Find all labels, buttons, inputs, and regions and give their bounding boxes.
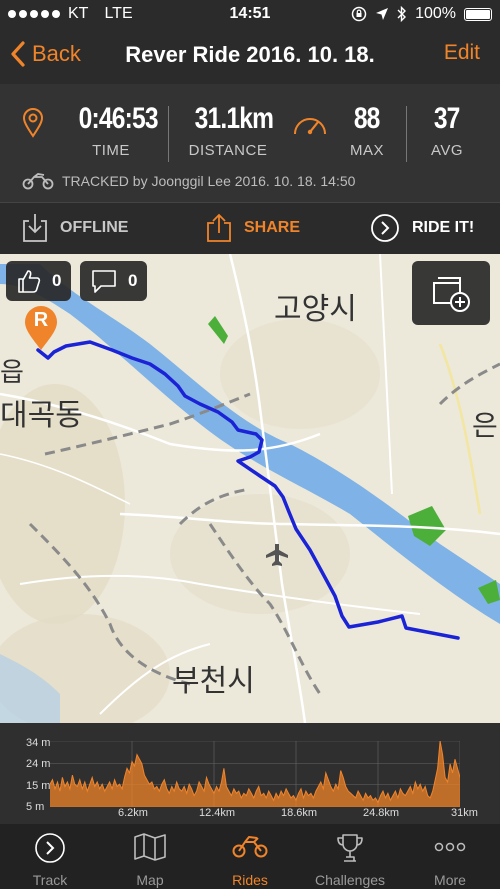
- trophy-icon: [337, 834, 363, 862]
- add-map-layer-button[interactable]: [412, 261, 490, 325]
- share-icon: [207, 213, 231, 242]
- rotation-lock-icon: [351, 6, 367, 22]
- tab-track[interactable]: Track: [0, 824, 100, 889]
- comment-count: 0: [128, 271, 138, 290]
- x-tick-label: 18.6km: [281, 807, 318, 819]
- ride-it-button[interactable]: RIDE IT!: [370, 213, 474, 243]
- tab-label: Track: [32, 872, 68, 888]
- like-count: 0: [52, 271, 62, 290]
- status-bar: KT LTE 14:51 100%: [0, 0, 500, 28]
- stat-time: 0:46:53 TIME: [70, 102, 159, 159]
- x-tick-label: 6.2km: [118, 807, 148, 819]
- stat-distance: 31.1km DISTANCE: [186, 102, 274, 159]
- y-tick-label: 24 m: [26, 758, 51, 770]
- tab-challenges[interactable]: Challenges: [300, 824, 400, 889]
- more-dots-icon: [434, 842, 466, 852]
- avg-label: AVG: [430, 142, 464, 159]
- distance-value: 31.1km: [194, 102, 274, 135]
- tab-more[interactable]: More: [400, 824, 500, 889]
- y-tick-label: 34 m: [26, 737, 51, 749]
- share-label: SHARE: [244, 219, 301, 236]
- distance-label: DISTANCE: [188, 142, 268, 159]
- ride-stats-panel: 0:46:53 TIME 31.1km DISTANCE 88 MAX 37 A…: [0, 84, 500, 202]
- elevation-profile: 34 m 24 m 15 m 5 m 6.2km 12.4km 18.6km 2…: [0, 723, 500, 824]
- tab-label: Challenges: [314, 872, 386, 888]
- x-tick-label: 24.8km: [363, 807, 400, 819]
- tab-bar: Track Map Rides Challenges More: [0, 824, 500, 889]
- y-tick-label: 5 m: [26, 801, 45, 813]
- elevation-chart: [50, 741, 460, 807]
- ride-it-label: RIDE IT!: [412, 219, 475, 236]
- speedometer-icon: [294, 118, 326, 135]
- comment-button[interactable]: 0: [80, 261, 148, 301]
- marker-letter: R: [33, 309, 49, 331]
- stat-avg-speed: 37 AVG: [422, 102, 472, 159]
- add-layer-icon: [433, 277, 470, 312]
- battery-percent: 100%: [415, 5, 456, 22]
- x-tick-label: 12.4km: [199, 807, 236, 819]
- offline-label: OFFLINE: [60, 219, 129, 236]
- tracked-info: TRACKED by Joonggil Lee 2016. 10. 18. 14…: [22, 172, 355, 190]
- map-label-eun: 은: [472, 409, 498, 442]
- map-icon: [134, 833, 166, 861]
- tab-label: Rides: [232, 872, 268, 888]
- map-label-daegok: 대곡동: [0, 398, 83, 433]
- edit-button[interactable]: Edit: [444, 41, 480, 65]
- battery-icon: [464, 7, 492, 21]
- y-tick-label: 15 m: [26, 780, 51, 792]
- tracked-text: TRACKED by Joonggil Lee 2016. 10. 18. 14…: [62, 173, 356, 189]
- location-arrow-icon: [376, 8, 389, 20]
- bluetooth-icon: [397, 6, 407, 22]
- motorcycle-icon: [22, 173, 54, 190]
- map-label-eup: 읍: [0, 358, 24, 388]
- tab-label: More: [434, 872, 466, 888]
- thumbs-up-icon: [18, 270, 41, 293]
- x-tick-label: 31km: [451, 807, 478, 819]
- download-icon: [23, 214, 47, 242]
- action-bar: OFFLINE SHARE RIDE IT!: [0, 202, 500, 254]
- stat-max-speed: 88 MAX: [340, 102, 394, 159]
- like-button[interactable]: 0: [6, 261, 72, 301]
- offline-button[interactable]: OFFLINE: [22, 213, 128, 243]
- time-label: TIME: [92, 142, 130, 159]
- divider: [406, 106, 407, 162]
- location-pin-icon: [22, 108, 44, 138]
- comment-icon: [92, 270, 116, 293]
- play-circle-icon: [35, 833, 65, 863]
- page-title: Rever Ride 2016. 10. 18.: [125, 42, 375, 67]
- share-button[interactable]: SHARE: [206, 213, 300, 243]
- tab-label: Map: [136, 872, 164, 888]
- tab-rides[interactable]: Rides: [200, 824, 300, 889]
- map-label-bucheon: 부천시: [172, 664, 255, 699]
- tab-map[interactable]: Map: [100, 824, 200, 889]
- max-label: MAX: [349, 142, 384, 159]
- motorcycle-icon: [232, 836, 268, 858]
- start-marker[interactable]: R: [22, 304, 60, 352]
- map-label-goyang: 고양시: [274, 292, 357, 327]
- nav-bar: Back Rever Ride 2016. 10. 18. Edit: [0, 28, 500, 84]
- route-map[interactable]: 고양시 대곡동 읍 은 부천시 R 0 0: [0, 254, 500, 723]
- time-value: 0:46:53: [78, 102, 159, 135]
- avg-value: 37: [434, 102, 461, 135]
- chevron-circle-right-icon: [371, 214, 399, 242]
- max-value: 88: [354, 102, 381, 135]
- divider: [168, 106, 169, 162]
